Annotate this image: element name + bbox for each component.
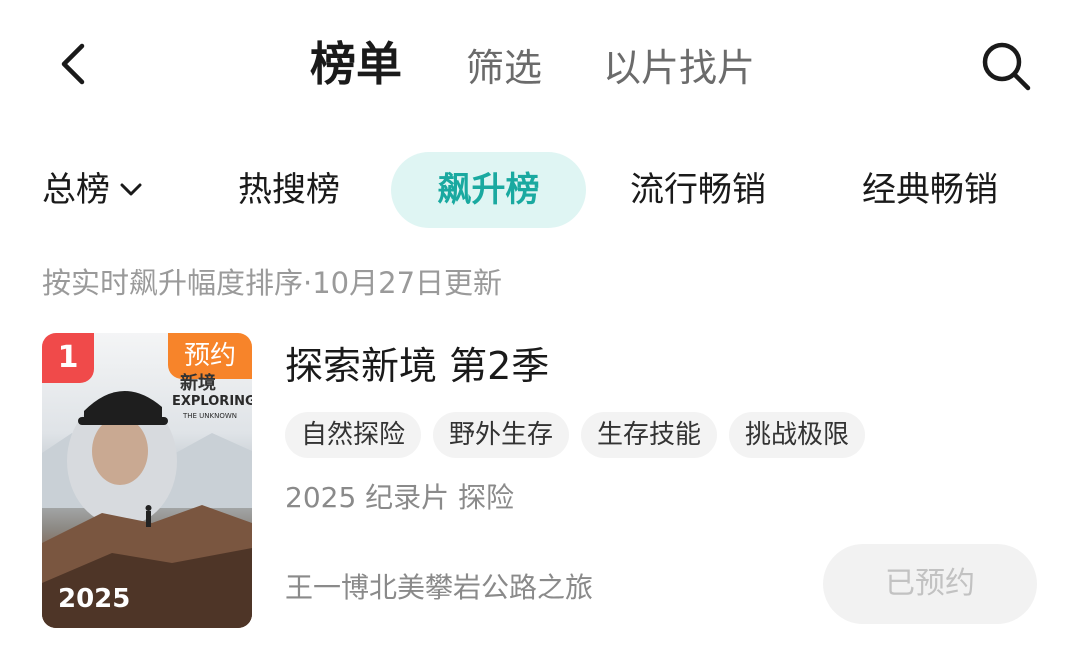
search-button[interactable] [978,38,1034,94]
category-total[interactable]: 总榜 [42,152,146,228]
poster-title-en-main: EXPLORING [172,394,252,409]
category-hot-search[interactable]: 热搜榜 [238,152,340,228]
poster-title-cn: 新境 [180,373,216,394]
category-popular[interactable]: 流行畅销 [630,152,766,228]
category-total-label: 总榜 [42,170,110,210]
rank-badge: 1 [42,333,94,383]
sort-caption: 按实时飙升幅度排序·10月27日更新 [42,266,503,300]
tag: 生存技能 [581,412,718,458]
tab-ranking[interactable]: 榜单 [310,36,402,92]
item-meta: 2025 纪录片 探险 [285,481,515,514]
category-tabs: 总榜 热搜榜 飙升榜 流行畅销 经典畅销 [0,152,1080,228]
list-item[interactable]: 1 预约 新境 EXPLORING THE UNKNOWN 2025 探索新境 第… [0,330,1080,630]
tab-find-similar[interactable]: 以片找片 [603,40,755,96]
chevron-down-icon [116,174,146,204]
tag: 野外生存 [433,412,570,458]
tab-filter[interactable]: 筛选 [466,40,542,96]
poster-subtitle-en: THE UNKNOWN [182,412,238,420]
tag: 挑战极限 [729,412,866,458]
top-nav: 榜单 筛选 以片找片 [0,0,1080,130]
poster-title-en: EXPLORING THE UNKNOWN [172,395,252,423]
category-rising[interactable]: 飙升榜 [391,152,586,228]
search-icon [982,42,1031,91]
tag: 自然探险 [285,412,422,458]
poster-year: 2025 [58,584,131,614]
chevron-left-icon [61,43,85,85]
reserved-button[interactable]: 已预约 [823,544,1037,624]
item-description: 王一博北美攀岩公路之旅 [285,571,594,604]
item-title[interactable]: 探索新境 第2季 [285,340,549,392]
ranking-page: 榜单 筛选 以片找片 总榜 热搜榜 飙升榜 流行畅销 经典畅销 按实时飙升幅度排… [0,0,1080,661]
tag-list: 自然探险 野外生存 生存技能 挑战极限 [285,412,877,458]
back-button[interactable] [48,38,100,90]
poster-image[interactable]: 1 预约 新境 EXPLORING THE UNKNOWN 2025 [42,333,252,628]
category-classic[interactable]: 经典畅销 [862,152,998,228]
